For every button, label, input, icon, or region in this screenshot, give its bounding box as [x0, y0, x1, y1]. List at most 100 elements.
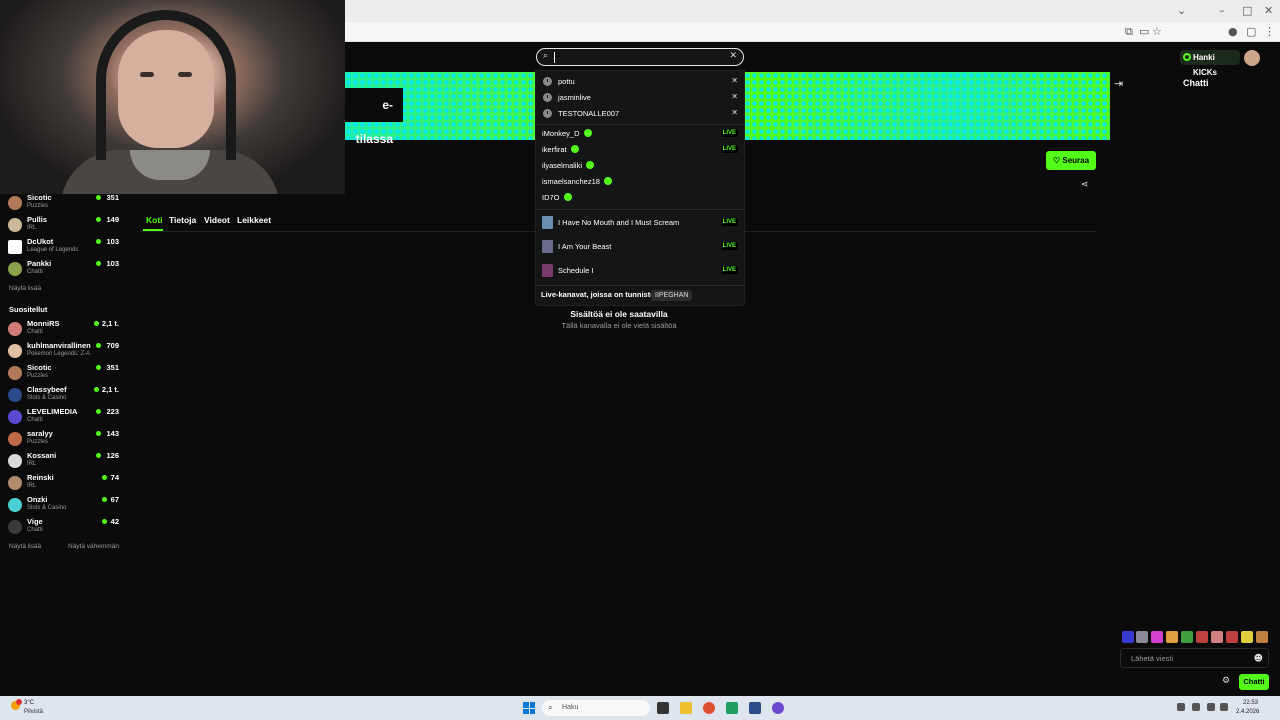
share-icon[interactable]: ⋖	[1081, 180, 1089, 190]
emote-icon[interactable]	[1151, 631, 1163, 643]
app-icon[interactable]	[726, 702, 738, 714]
file-manager-icon[interactable]	[657, 702, 669, 714]
sidebar-channel[interactable]: Reinski IRL 74	[8, 473, 123, 495]
emote-icon[interactable]	[1181, 631, 1193, 643]
remove-icon[interactable]: ✕	[731, 76, 738, 85]
viewer-count: 103	[106, 259, 119, 268]
channel-name: DcUkot	[27, 237, 54, 246]
sidebar-channel[interactable]: Pullis IRL 149	[8, 215, 123, 237]
user-avatar[interactable]	[1244, 50, 1260, 66]
start-button[interactable]	[523, 702, 535, 714]
sidebar-channel[interactable]: Kossani IRL 126	[8, 451, 123, 473]
channel-name: Pankki	[27, 259, 52, 268]
sidebar-channel[interactable]: LEVELIMEDIA Chatti 223	[8, 407, 123, 429]
live-dot-icon	[94, 321, 99, 326]
tab-list-chevron-icon[interactable]: ⌄	[1177, 4, 1186, 17]
taskbar-search-placeholder: Haku	[562, 704, 579, 711]
channel-result[interactable]: ikerfirat LIVE	[542, 144, 740, 158]
tag-pill[interactable]: IIPEGHAN	[651, 290, 693, 301]
recent-search-item[interactable]: pottu ✕	[542, 76, 740, 90]
chat-send-button[interactable]: Chatti	[1239, 674, 1269, 690]
browser-icon[interactable]	[703, 702, 715, 714]
tag-search-text[interactable]: Live-kanavat, joissa on tunniste	[541, 290, 654, 299]
viewer-count: 149	[106, 215, 119, 224]
discord-icon[interactable]	[772, 702, 784, 714]
sidebar-channel[interactable]: Onzki Slots & Casino 67	[8, 495, 123, 517]
sidebar-channel[interactable]: DcUkot League of Legends 103	[8, 237, 123, 259]
game-result[interactable]: I Have No Mouth and I Must Scream LIVE	[542, 215, 740, 231]
follow-button[interactable]: ♡ Seuraa	[1046, 151, 1096, 170]
chat-settings-icon[interactable]: ⚙	[1222, 676, 1230, 686]
show-less-link[interactable]: Näytä vähemmän	[68, 543, 119, 550]
avatar	[8, 196, 22, 210]
game-result[interactable]: Schedule I LIVE	[542, 263, 740, 279]
emote-icon[interactable]	[1211, 631, 1223, 643]
sidebar-channel[interactable]: Sicotic Puzzles 351	[8, 363, 123, 385]
kicks-coin-icon	[1183, 53, 1191, 61]
live-badge: LIVE	[720, 145, 738, 153]
show-more-link[interactable]: Näytä lisää	[9, 543, 41, 550]
sidebar-channel[interactable]: MonniRS Chatti 2,1 t.	[8, 319, 123, 341]
channel-category: Chatti	[27, 329, 43, 335]
extensions-icon[interactable]: ▢	[1246, 25, 1256, 38]
emote-icon[interactable]	[1226, 631, 1238, 643]
clock-time[interactable]: 22.53	[1243, 700, 1258, 706]
tab-about[interactable]: Tietoja	[169, 215, 196, 225]
search-input[interactable]: ⌕ ✕	[536, 48, 744, 66]
wifi-icon[interactable]	[1207, 703, 1215, 711]
emote-icon[interactable]	[1196, 631, 1208, 643]
get-kicks-button[interactable]: Hanki KICKs	[1180, 50, 1240, 77]
emote-icon[interactable]	[1241, 631, 1253, 643]
empty-state-title: Sisältöä ei ole saatavilla	[570, 309, 668, 319]
minimize-button[interactable]: –	[1219, 4, 1225, 17]
channel-result[interactable]: ID7O	[542, 192, 740, 206]
tray-icon[interactable]	[1192, 703, 1200, 711]
taskbar-search[interactable]: ⌕ Haku	[542, 700, 650, 716]
tab-home[interactable]: Koti	[146, 215, 163, 225]
remove-icon[interactable]: ✕	[731, 92, 738, 101]
channel-category: Chatti	[27, 417, 43, 423]
collapse-chat-icon[interactable]: ⇥	[1114, 77, 1123, 90]
channel-result[interactable]: iMonkey_D LIVE	[542, 128, 740, 142]
close-window-button[interactable]: ✕	[1264, 4, 1273, 17]
live-dot-icon	[96, 261, 101, 266]
viewer-count: 126	[106, 451, 119, 460]
channel-name: saralyy	[27, 429, 53, 438]
profile-icon[interactable]: ●	[1228, 25, 1238, 38]
recent-search-item[interactable]: TESTONALLE007 ✕	[542, 108, 740, 122]
tray-icon[interactable]	[1177, 703, 1185, 711]
emoji-icon[interactable]: ☻	[1254, 649, 1263, 669]
avatar	[8, 520, 22, 534]
volume-icon[interactable]	[1220, 703, 1228, 711]
channel-category: Puzzles	[27, 373, 49, 379]
clock-date[interactable]: 2.4.2026	[1236, 709, 1259, 715]
chat-message-input[interactable]: Lähetä viesti ☻	[1120, 648, 1269, 668]
sidebar-channel[interactable]: Vige Chatti 42	[8, 517, 123, 539]
channel-result[interactable]: ilyaselmaliki	[542, 160, 740, 174]
sidebar-channel[interactable]: Classybeef Slots & Casino 2,1 t.	[8, 385, 123, 407]
tab-clips[interactable]: Leikkeet	[237, 215, 271, 225]
channel-result[interactable]: ismaelsanchez18	[542, 176, 740, 190]
menu-icon[interactable]: ⋮	[1264, 25, 1275, 38]
clear-search-icon[interactable]: ✕	[729, 51, 737, 61]
maximize-button[interactable]: □	[1242, 4, 1252, 17]
emote-icon[interactable]	[1122, 631, 1134, 643]
folder-icon[interactable]	[680, 702, 692, 714]
translate-icon[interactable]: ⧉	[1125, 25, 1133, 39]
recent-search-item[interactable]: jasminlive ✕	[542, 92, 740, 106]
game-result[interactable]: I Am Your Beast LIVE	[542, 239, 740, 255]
emote-icon[interactable]	[1256, 631, 1268, 643]
emote-icon[interactable]	[1136, 631, 1148, 643]
sidebar-channel[interactable]: saralyy Puzzles 143	[8, 429, 123, 451]
show-more-link[interactable]: Näytä lisää	[9, 285, 41, 292]
tab-videos[interactable]: Videot	[204, 215, 230, 225]
sidebar-channel[interactable]: kuhlmanvirallinen Pokemon Legends: Z-A 7…	[8, 341, 123, 363]
channel-category: League of Legends	[27, 247, 79, 253]
sidebar-channel[interactable]: Sicotic Puzzles 351	[8, 193, 123, 215]
emote-icon[interactable]	[1166, 631, 1178, 643]
app-icon[interactable]	[749, 702, 761, 714]
sidebar-channel[interactable]: Pankki Chatti 103	[8, 259, 123, 281]
remove-icon[interactable]: ✕	[731, 108, 738, 117]
star-icon[interactable]: ☆	[1152, 25, 1162, 38]
cast-icon[interactable]: ▭	[1139, 25, 1149, 38]
